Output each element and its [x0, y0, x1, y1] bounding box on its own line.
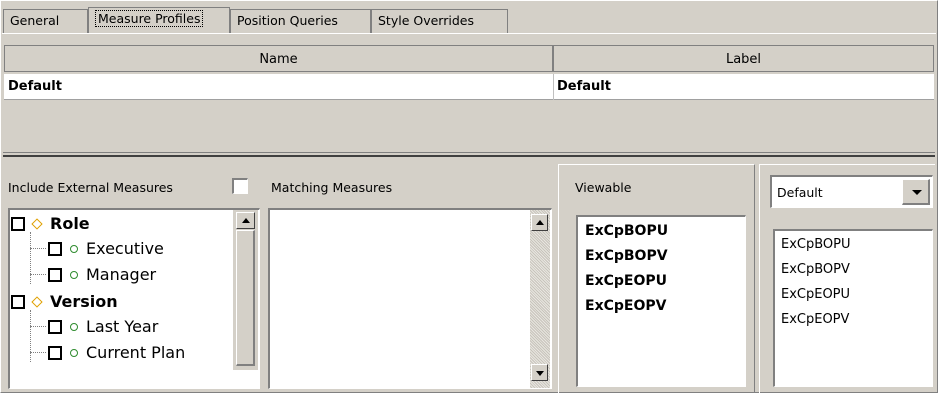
viewable-label: Viewable — [575, 180, 632, 195]
tree-scrollbar[interactable] — [233, 210, 258, 370]
tree-connector — [30, 310, 31, 362]
profile-dropdown[interactable]: Default — [770, 175, 933, 208]
tab-general[interactable]: General — [3, 9, 88, 33]
list-item[interactable]: ExCpBOPV — [585, 248, 668, 264]
member-dot-icon — [70, 323, 78, 331]
tab-position-queries[interactable]: Position Queries — [230, 9, 371, 33]
tree-checkbox[interactable] — [48, 346, 62, 360]
list-item[interactable]: ExCpBOPU — [781, 237, 851, 252]
list-item[interactable]: ExCpEOPV — [585, 298, 666, 314]
dimension-diamond-icon — [31, 218, 43, 230]
tree-connector — [30, 352, 46, 353]
column-header-name-label: Name — [259, 52, 298, 67]
splitter[interactable] — [3, 152, 935, 157]
tree-checkbox[interactable] — [48, 268, 62, 282]
dimension-diamond-icon — [31, 296, 43, 308]
tree-item-manager[interactable]: Manager — [86, 265, 156, 284]
tree-checkbox[interactable] — [48, 320, 62, 334]
scroll-up-button[interactable] — [531, 214, 548, 231]
tab-baseline — [2, 33, 936, 34]
tree-connector — [30, 232, 31, 284]
matching-measures-list[interactable] — [268, 208, 552, 389]
column-header-label-label: Label — [725, 52, 762, 67]
list-item[interactable]: ExCpEOPV — [781, 312, 849, 327]
tree-item-executive[interactable]: Executive — [86, 239, 164, 258]
row-name-cell[interactable]: Default — [6, 75, 551, 99]
member-dot-icon — [70, 349, 78, 357]
tree-item-last-year[interactable]: Last Year — [86, 317, 158, 336]
tab-style-overrides-label: Style Overrides — [378, 13, 474, 28]
list-item[interactable]: ExCpEOPU — [585, 273, 667, 289]
tree-connector — [30, 326, 46, 327]
member-dot-icon — [70, 245, 78, 253]
tab-measure-profiles-label: Measure Profiles — [95, 10, 204, 27]
column-header-name[interactable]: Name — [4, 45, 553, 72]
tree-connector — [30, 274, 46, 275]
row-label-cell[interactable]: Default — [555, 75, 933, 99]
scroll-up-button[interactable] — [236, 212, 255, 229]
chevron-down-icon[interactable] — [902, 179, 930, 205]
dimension-tree[interactable]: Role Executive Manager Version Last Year… — [8, 208, 260, 389]
matching-scroll-track[interactable] — [530, 210, 550, 388]
row-divider — [553, 74, 554, 100]
tab-position-queries-label: Position Queries — [237, 13, 338, 28]
list-item[interactable]: ExCpBOPU — [585, 223, 668, 239]
profile-dropdown-value: Default — [777, 185, 823, 200]
tree-checkbox[interactable] — [11, 217, 25, 231]
include-external-checkbox[interactable] — [232, 178, 248, 194]
list-item[interactable]: ExCpEOPU — [781, 287, 850, 302]
tree-item-current-plan[interactable]: Current Plan — [86, 343, 185, 362]
tab-general-label: General — [10, 13, 60, 28]
viewable-list[interactable]: ExCpBOPU ExCpBOPV ExCpEOPU ExCpEOPV — [576, 215, 746, 387]
member-dot-icon — [70, 271, 78, 279]
scroll-down-button[interactable] — [531, 364, 548, 381]
tree-checkbox[interactable] — [48, 242, 62, 256]
tree-checkbox[interactable] — [11, 295, 25, 309]
column-header-label[interactable]: Label — [553, 45, 934, 72]
tab-measure-profiles[interactable]: Measure Profiles — [88, 7, 230, 34]
tree-item-role[interactable]: Role — [50, 214, 90, 233]
scroll-thumb[interactable] — [236, 230, 255, 366]
tab-style-overrides[interactable]: Style Overrides — [371, 9, 508, 33]
list-item[interactable]: ExCpBOPV — [781, 262, 850, 277]
tree-item-version[interactable]: Version — [50, 292, 118, 311]
matching-measures-label: Matching Measures — [271, 180, 393, 195]
include-external-label: Include External Measures — [8, 180, 173, 195]
tree-connector — [30, 248, 46, 249]
profile-list[interactable]: ExCpBOPU ExCpBOPV ExCpEOPU ExCpEOPV — [773, 229, 933, 387]
